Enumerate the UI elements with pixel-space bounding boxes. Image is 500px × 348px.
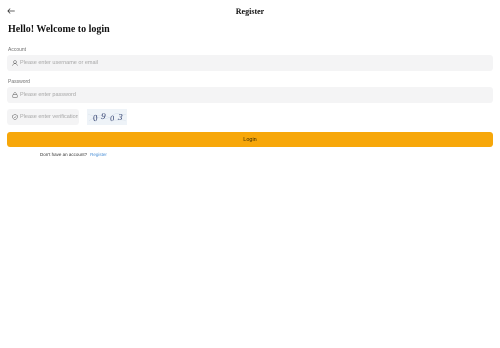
user-icon xyxy=(11,60,18,67)
register-prompt-text: Don't have an account? xyxy=(40,152,88,157)
top-bar: Register xyxy=(0,0,500,24)
shield-icon xyxy=(11,114,18,121)
captcha-digit: 3 xyxy=(116,112,123,123)
captcha-digit: 0 xyxy=(110,114,115,123)
verification-row: 0 9 0 3 xyxy=(7,109,493,125)
account-input[interactable] xyxy=(18,56,493,70)
password-label: Password xyxy=(8,79,30,85)
verification-field[interactable] xyxy=(7,109,79,125)
page-title: Register xyxy=(235,7,265,16)
register-prompt: Don't have an account? Register xyxy=(40,152,107,158)
lock-icon xyxy=(11,92,18,99)
password-input[interactable] xyxy=(18,88,493,102)
register-link[interactable]: Register xyxy=(90,152,107,157)
verification-input[interactable] xyxy=(18,110,78,124)
captcha-image[interactable]: 0 9 0 3 xyxy=(87,109,127,125)
account-field[interactable] xyxy=(7,55,493,71)
welcome-heading: Hello! Welcome to login xyxy=(8,24,110,35)
account-label: Account xyxy=(8,47,27,53)
login-button[interactable]: Login xyxy=(7,132,493,147)
password-field[interactable] xyxy=(7,87,493,103)
